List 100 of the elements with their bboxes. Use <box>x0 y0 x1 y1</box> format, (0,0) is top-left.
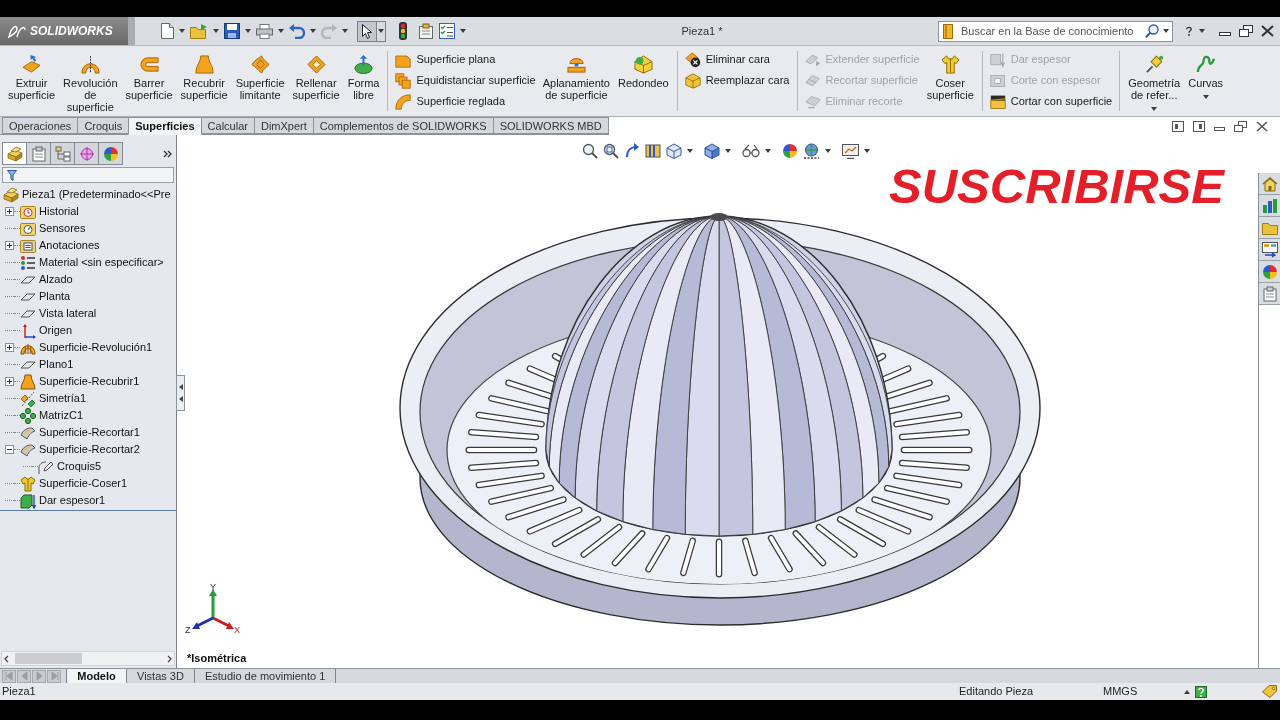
ribbon-button[interactable]: Aplanamiento de superficie <box>538 46 614 116</box>
tree-item[interactable]: Superficie-Recortar1 <box>20 424 142 441</box>
tab[interactable]: Superficies <box>128 117 202 135</box>
help-icon[interactable] <box>1183 25 1195 37</box>
caret-icon[interactable] <box>310 29 316 33</box>
plus-box-icon[interactable] <box>5 241 14 250</box>
ribbon-button[interactable]: Recubrir superficie <box>176 46 232 116</box>
monitor-icon[interactable] <box>841 143 859 159</box>
filter-field[interactable] <box>2 167 174 183</box>
tile-right-icon[interactable] <box>1193 120 1205 132</box>
ribbon-button[interactable]: Revolución de superficie <box>59 46 122 116</box>
caret-icon[interactable] <box>1163 28 1169 33</box>
scrollbar-thumb[interactable] <box>15 653 82 664</box>
undo-icon[interactable] <box>289 23 305 39</box>
zoom-area-icon[interactable] <box>602 143 619 159</box>
restore-icon[interactable] <box>1234 120 1247 132</box>
panel-tab[interactable] <box>50 142 75 165</box>
glasses-icon[interactable] <box>741 144 760 158</box>
tree-item[interactable]: MatrizC1 <box>20 407 85 424</box>
tree-item[interactable]: Superficie-Recubrir1 <box>20 373 142 390</box>
ribbon-button[interactable]: Extruir superficie <box>4 46 60 116</box>
clipboard-icon[interactable] <box>418 23 434 39</box>
task-pane-button[interactable] <box>1259 173 1280 195</box>
select-tool-button[interactable] <box>357 20 377 42</box>
zoom-icon[interactable] <box>581 143 598 159</box>
tree-item[interactable]: Origen <box>20 322 75 339</box>
ribbon-button[interactable]: Redondeo <box>613 46 673 116</box>
shaded-cube-icon[interactable] <box>703 143 720 159</box>
new-document-icon[interactable] <box>161 23 174 39</box>
caret-icon[interactable] <box>342 29 348 33</box>
help-icon[interactable] <box>1195 685 1207 698</box>
tree-item[interactable]: Sensores <box>20 220 88 237</box>
plus-box-icon[interactable] <box>5 343 14 352</box>
ribbon-button[interactable]: Geometría de refer... <box>1124 46 1185 116</box>
task-pane-button[interactable] <box>1259 239 1280 261</box>
dropdown-toggle[interactable] <box>377 20 386 42</box>
tree-item[interactable]: Pieza1 (Predeterminado<<Pre <box>3 186 173 203</box>
caret-icon[interactable] <box>824 149 831 153</box>
tree-item[interactable]: Superficie-Coser1 <box>20 475 130 492</box>
caret-icon[interactable] <box>460 29 466 33</box>
task-pane-button[interactable] <box>1259 261 1280 283</box>
save-icon[interactable] <box>224 23 240 39</box>
plus-box-icon[interactable] <box>5 207 14 216</box>
caret-icon[interactable] <box>245 29 251 33</box>
ribbon-button[interactable]: Equidistanciar superficie <box>393 70 538 91</box>
close-icon[interactable] <box>1261 25 1274 37</box>
restore-icon[interactable] <box>1239 25 1253 37</box>
tree-item[interactable]: Simetría1 <box>20 390 89 407</box>
plus-box-icon[interactable] <box>5 377 14 386</box>
chevron-right-icon[interactable] <box>167 654 172 663</box>
tab[interactable]: Calcular <box>200 117 255 134</box>
tree-item[interactable]: Croquis5 <box>38 458 104 475</box>
task-pane-button[interactable] <box>1259 195 1280 217</box>
tree-item[interactable]: Superficie-Revolución1 <box>20 339 155 356</box>
scene-globe-icon[interactable] <box>802 143 820 159</box>
caret-icon[interactable] <box>764 149 771 153</box>
task-pane-button[interactable] <box>1259 283 1280 305</box>
ribbon-button[interactable]: Cortar con superficie <box>987 91 1115 112</box>
tree-item[interactable]: Anotaciones <box>20 237 102 254</box>
panel-tab[interactable] <box>26 142 51 165</box>
ribbon-button[interactable]: Reemplazar cara <box>682 70 792 91</box>
ribbon-button[interactable]: Barrer superficie <box>121 46 177 116</box>
minus-box-icon[interactable] <box>5 445 14 454</box>
tree-item[interactable]: Alzado <box>20 271 75 288</box>
printer-icon[interactable] <box>256 23 273 39</box>
caret-icon[interactable] <box>179 29 185 33</box>
tree-item[interactable]: Plano1 <box>20 356 76 373</box>
ribbon-button[interactable]: Superficie reglada <box>393 91 538 112</box>
caret-icon[interactable] <box>378 29 384 33</box>
close-icon[interactable] <box>1256 120 1268 132</box>
color-ball-icon[interactable] <box>781 143 798 159</box>
horizontal-scrollbar[interactable] <box>1 651 175 666</box>
search-icon[interactable] <box>1145 23 1159 38</box>
tree-item[interactable]: Planta <box>20 288 73 305</box>
striped-box-icon[interactable] <box>644 143 661 159</box>
ribbon-button[interactable]: Superficie limitante <box>231 46 289 116</box>
tab[interactable]: Complementos de SOLIDWORKS <box>312 117 494 134</box>
tree-item[interactable]: Material <sin especificar> <box>20 254 166 271</box>
caret-icon[interactable] <box>213 29 219 33</box>
caret-icon[interactable] <box>1202 95 1209 99</box>
panel-tab[interactable] <box>74 142 99 165</box>
ribbon-button[interactable]: Coser superficie <box>922 46 978 116</box>
open-folder-icon[interactable] <box>190 23 208 39</box>
ribbon-button[interactable]: Eliminar cara <box>682 49 792 70</box>
ribbon-button[interactable]: Forma libre <box>343 46 384 116</box>
caret-icon[interactable] <box>863 149 870 153</box>
chevron-left-icon[interactable] <box>4 654 9 663</box>
tile-left-icon[interactable] <box>1172 120 1184 132</box>
ribbon-button[interactable]: Superficie plana <box>393 49 538 70</box>
caret-icon[interactable] <box>1151 107 1158 111</box>
checklist-icon[interactable] <box>439 23 455 39</box>
traffic-light-icon[interactable] <box>399 22 407 40</box>
double-chevron-icon[interactable] <box>163 150 172 158</box>
caret-icon[interactable] <box>278 29 284 33</box>
tree-item[interactable]: Vista lateral <box>20 305 99 322</box>
panel-tab[interactable] <box>2 142 27 165</box>
tree-item[interactable]: Dar espesor1 <box>20 492 108 509</box>
panel-tab[interactable] <box>98 142 123 165</box>
curved-arrow-icon[interactable] <box>623 143 640 159</box>
collapse-handle[interactable] <box>176 375 185 411</box>
